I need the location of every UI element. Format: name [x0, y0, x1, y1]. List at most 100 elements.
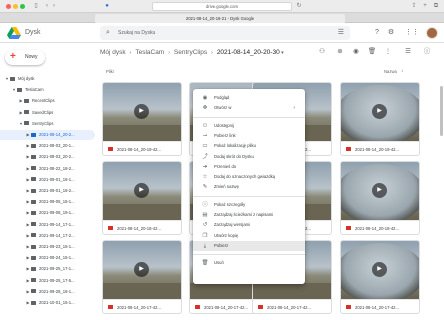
folder-tree-item[interactable]: ▶ 2021-09-28_18-1...: [0, 287, 95, 297]
privacy-shield-icon[interactable]: ●: [103, 3, 111, 10]
folder-icon: [31, 188, 36, 193]
menu-item[interactable]: ❐ Utwórz kopię: [193, 231, 305, 241]
tab-strip: 2021-08-14_20-19-21 - Dysk Google: [0, 13, 444, 23]
play-icon[interactable]: ▶: [134, 104, 149, 119]
tab-overview-icon[interactable]: ⧉: [432, 3, 440, 10]
menu-item[interactable]: ▤ Zarządzaj ścieżkami z napisami: [193, 210, 305, 220]
help-icon[interactable]: ?: [372, 28, 382, 38]
address-bar[interactable]: drive.google.com: [152, 2, 292, 11]
forward-icon[interactable]: ›: [51, 3, 57, 10]
sort-direction-icon[interactable]: ↓: [401, 68, 404, 74]
menu-item[interactable]: ↺ Zarządzaj wersjami: [193, 220, 305, 230]
folder-tree-item[interactable]: ▶ 2021-09-25_17-1...: [0, 264, 95, 274]
breadcrumb-item[interactable]: 2021-08-14_20-20-30: [217, 49, 280, 56]
apps-grid-icon[interactable]: ⋮⋮: [405, 28, 419, 38]
menu-item[interactable]: ▭ Pokaż lokalizację pliku: [193, 141, 305, 151]
folder-icon: [31, 199, 36, 204]
menu-item[interactable]: ✥ Otwórz w ›: [193, 103, 305, 113]
folder-tree-item[interactable]: ▶ 2021-10-01_15-1...: [0, 298, 95, 308]
folder-tree-item[interactable]: ▶ 2021-09-14_17-1...: [0, 220, 95, 230]
folder-tree-item[interactable]: ▶ 2021-09-08_19-1...: [0, 208, 95, 218]
more-options-icon[interactable]: ⋮: [383, 47, 393, 57]
back-icon[interactable]: ‹: [44, 3, 50, 10]
menu-item[interactable]: 🗑 Usuń: [193, 258, 305, 268]
folder-tree-item[interactable]: ▶ 2021-09-14_17-2...: [0, 231, 95, 241]
menu-item[interactable]: ⚇ Udostępnij: [193, 121, 305, 131]
folder-tree-label: 2021-10-01_15-1...: [39, 300, 75, 305]
search-icon[interactable]: ⌕: [106, 29, 110, 37]
file-card[interactable]: ▶ 2021-08-14_20-17-42...: [340, 240, 420, 314]
settings-icon[interactable]: ⚙: [386, 28, 396, 38]
folder-tree-item[interactable]: ▶ 2021-08-03_20-2...: [0, 152, 95, 162]
file-name: 2021-08-14_20-17-42...: [117, 305, 162, 310]
menu-item[interactable]: ➔ Przenieś do: [193, 162, 305, 172]
breadcrumb-item[interactable]: SentryClips: [174, 49, 207, 56]
new-tab-icon[interactable]: +: [421, 3, 429, 10]
file-card[interactable]: ▶ 2021-08-14_20-19-42...: [340, 82, 420, 156]
menu-item[interactable]: ⓘ Pokaż szczegóły: [193, 200, 305, 210]
play-icon[interactable]: ▶: [372, 262, 387, 277]
preview-icon[interactable]: ◉: [351, 47, 361, 57]
folder-tree-item[interactable]: ▼ TeslaCam: [0, 85, 95, 95]
search-options-icon[interactable]: ☰: [338, 28, 344, 36]
play-icon[interactable]: ▶: [372, 183, 387, 198]
folder-tree-item[interactable]: ▼ Mój dysk: [0, 74, 95, 84]
context-menu: ◉ Podgląd ✥ Otwórz w › ⚇ Udostępnij ⊸ Pobierz li…: [193, 89, 305, 284]
play-icon[interactable]: ▶: [134, 262, 149, 277]
folder-tree-item[interactable]: ▶ 2021-08-22_18-2...: [0, 164, 95, 174]
video-thumbnail: ▶: [103, 162, 181, 220]
folder-tree-item[interactable]: ▶ 2021-09-05_18-1...: [0, 197, 95, 207]
menu-item[interactable]: ⤴ Dodaj skrót do Dysku: [193, 152, 305, 162]
folder-icon: [31, 244, 36, 249]
close-window-icon[interactable]: [6, 4, 11, 9]
play-icon[interactable]: ▶: [134, 183, 149, 198]
menu-item[interactable]: ☆ Dodaj do oznaczonych gwiazdką: [193, 172, 305, 182]
file-card[interactable]: ▶ 2021-08-14_20-17-42...: [102, 240, 182, 314]
search-input[interactable]: ⌕ Szukaj na Dysku ☰: [100, 26, 350, 40]
avatar[interactable]: [426, 27, 438, 39]
play-icon[interactable]: ▶: [372, 104, 387, 119]
folder-tree-item[interactable]: ▶ 2021-09-24_18-1...: [0, 253, 95, 263]
folder-tree-item[interactable]: ▶ 2021-09-23_18-1...: [0, 242, 95, 252]
file-card[interactable]: ▶ 2021-08-14_20-18-42...: [102, 161, 182, 235]
people-icon[interactable]: ⚇: [317, 47, 327, 57]
video-file-icon: [108, 226, 113, 230]
reload-icon[interactable]: ↻: [296, 3, 302, 10]
folder-tree-item[interactable]: ▶ 2021-09-01_18-1...: [0, 175, 95, 185]
folder-tree-item[interactable]: ▶ RecentClips: [0, 96, 95, 106]
folder-icon: [24, 110, 29, 115]
file-name: 2021-08-14_20-18-42...: [117, 226, 162, 231]
add-person-icon[interactable]: ⊕: [335, 47, 345, 57]
new-button[interactable]: + Nowy: [5, 50, 45, 65]
menu-item[interactable]: ◉ Podgląd: [193, 93, 305, 103]
active-tab[interactable]: 2021-08-14_20-19-21 - Dysk Google: [95, 14, 345, 23]
trash-icon[interactable]: 🗑: [367, 47, 377, 57]
folder-tree-label: Mój dysk: [18, 76, 35, 81]
folder-tree-label: 2021-09-25_17-1...: [39, 266, 75, 272]
share-page-icon[interactable]: ⇪: [410, 3, 418, 10]
folder-tree-item[interactable]: ▶ 2021-09-01_18-2...: [0, 186, 95, 196]
menu-item[interactable]: ✎ Zmień nazwę: [193, 182, 305, 192]
minimize-window-icon[interactable]: [13, 4, 18, 9]
menu-item[interactable]: ⊸ Pobierz link: [193, 131, 305, 141]
file-card[interactable]: ▶ 2021-08-14_20-18-42...: [340, 161, 420, 235]
menu-item[interactable]: ⤓ Pobierz: [193, 240, 305, 251]
breadcrumb-item[interactable]: TeslaCam: [135, 49, 164, 56]
folder-tree-item[interactable]: ▶ SavedClips: [0, 108, 95, 118]
scrollbar[interactable]: [440, 86, 443, 136]
drive-logo-icon[interactable]: [7, 27, 21, 39]
folder-tree-label: 2021-09-28_18-1...: [39, 288, 75, 294]
breadcrumb-item[interactable]: Mój dysk: [100, 49, 126, 56]
file-name: 2021-08-14_20-19-42...: [355, 147, 400, 152]
sort-label[interactable]: Nazwa: [384, 69, 397, 74]
folder-tree-item[interactable]: ▼ SentryClips: [0, 119, 95, 129]
file-card[interactable]: ▶ 2021-08-14_20-19-42...: [102, 82, 182, 156]
folder-tree-item[interactable]: ▶ 2021-08-03_20-1...: [0, 141, 95, 151]
list-view-icon[interactable]: ☰: [403, 47, 413, 57]
info-icon[interactable]: ⓘ: [422, 47, 432, 57]
zoom-window-icon[interactable]: [20, 4, 25, 9]
folder-menu-icon[interactable]: ▾: [280, 50, 284, 56]
sidebar-toggle-icon[interactable]: ▯: [32, 3, 40, 10]
folder-tree-item[interactable]: ▶ 2021-08-14_20-2...: [0, 130, 95, 140]
folder-tree-item[interactable]: ▶ 2021-09-25_17-5...: [0, 276, 95, 286]
